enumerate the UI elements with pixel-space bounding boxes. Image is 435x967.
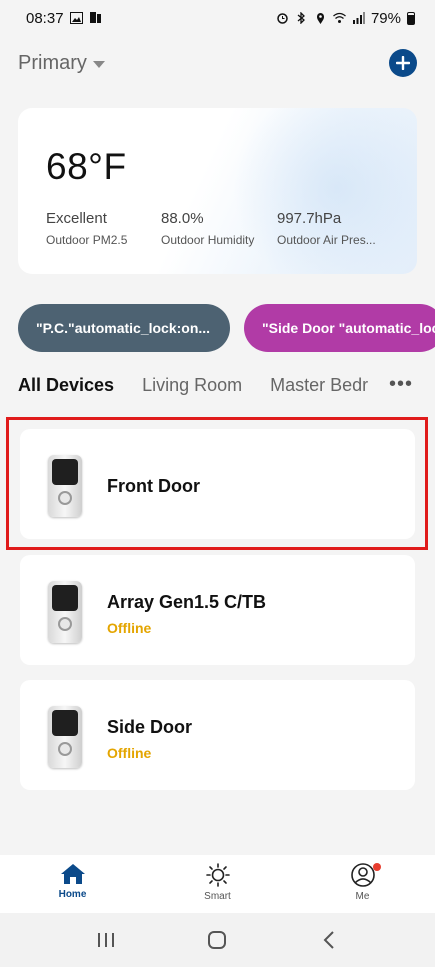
smart-lock-image [48, 455, 82, 517]
recent-apps-icon [97, 933, 114, 947]
device-name: Front Door [107, 476, 200, 496]
temperature: 68°F [46, 146, 127, 187]
metric-value: 88.0% [161, 210, 204, 227]
device-status: Offline [107, 745, 152, 761]
location-icon [316, 13, 324, 24]
tab-living-room[interactable]: Living Room [142, 375, 242, 396]
tab-all-devices[interactable]: All Devices [18, 375, 114, 396]
add-device-button[interactable] [389, 49, 417, 77]
more-icon[interactable]: ••• [389, 374, 413, 394]
device-name: Side Door [107, 717, 193, 737]
home-icon [60, 864, 85, 884]
scene-chip-pc-automatic-lock[interactable]: "P.C."automatic_lock:on... [18, 304, 230, 352]
nav-home[interactable]: Home [0, 855, 145, 913]
system-nav [0, 913, 435, 967]
back-icon [323, 931, 334, 949]
home-selector[interactable]: Primary [18, 52, 105, 75]
metric-label: Outdoor Air Pres... [277, 233, 376, 247]
recent-apps-button[interactable] [86, 920, 126, 960]
sun-icon [205, 863, 230, 887]
battery-icon [407, 11, 415, 25]
weather-card[interactable]: 68°F Excellent Outdoor PM2.5 88.0% Outdo… [18, 108, 417, 274]
alarm-icon [277, 13, 288, 24]
smart-lock-image [48, 706, 82, 768]
user-icon [350, 863, 375, 887]
scene-label: "P.C."automatic_lock:on... [36, 320, 211, 336]
home-button[interactable] [197, 920, 237, 960]
nav-label: Me [355, 891, 370, 902]
status-bar: 08:37 79% [0, 0, 435, 36]
caret-down-icon [92, 60, 105, 68]
home-circle-icon [208, 931, 227, 949]
metric-label: Outdoor Humidity [161, 233, 255, 247]
device-status: Offline [107, 620, 152, 636]
nav-label: Smart [204, 891, 231, 902]
battery-percent: 79% [370, 9, 401, 27]
back-button[interactable] [309, 920, 349, 960]
notification-icon [89, 12, 101, 23]
device-card-array-gen[interactable]: Array Gen1.5 C/TB Offline [20, 555, 415, 665]
notification-dot [373, 863, 381, 871]
header: Primary [18, 46, 417, 80]
device-name: Array Gen1.5 C/TB [107, 592, 267, 612]
metric-air-pressure: 997.7hPa Outdoor Air Pres... [277, 210, 376, 247]
metric-value: Excellent [46, 210, 107, 227]
gallery-icon [69, 12, 83, 24]
metric-label: Outdoor PM2.5 [46, 233, 128, 247]
nav-smart[interactable]: Smart [145, 855, 290, 913]
weather-background [227, 108, 417, 274]
smart-lock-image [48, 581, 82, 643]
device-card-side-door[interactable]: Side Door Offline [20, 680, 415, 790]
bluetooth-icon [297, 12, 305, 24]
device-card-front-door[interactable]: Front Door [20, 429, 415, 539]
metric-pm25: Excellent Outdoor PM2.5 [46, 210, 127, 247]
home-name: Primary [18, 51, 87, 74]
nav-label: Home [58, 889, 87, 900]
wifi-icon [333, 12, 346, 23]
signal-icon [352, 12, 365, 24]
room-tabs: All Devices Living Room Master Bedr [18, 372, 435, 398]
scene-label: "Side Door "automatic_lock [262, 320, 435, 336]
status-time: 08:37 [26, 9, 64, 27]
nav-me[interactable]: Me [290, 855, 435, 913]
tab-master-bedroom[interactable]: Master Bedr [270, 375, 368, 396]
plus-icon [396, 56, 410, 70]
metric-humidity: 88.0% Outdoor Humidity [161, 210, 254, 247]
scene-chip-side-door-automatic-lock[interactable]: "Side Door "automatic_lock [244, 304, 435, 352]
bottom-nav: Home Smart Me [0, 855, 435, 913]
metric-value: 997.7hPa [277, 210, 342, 227]
